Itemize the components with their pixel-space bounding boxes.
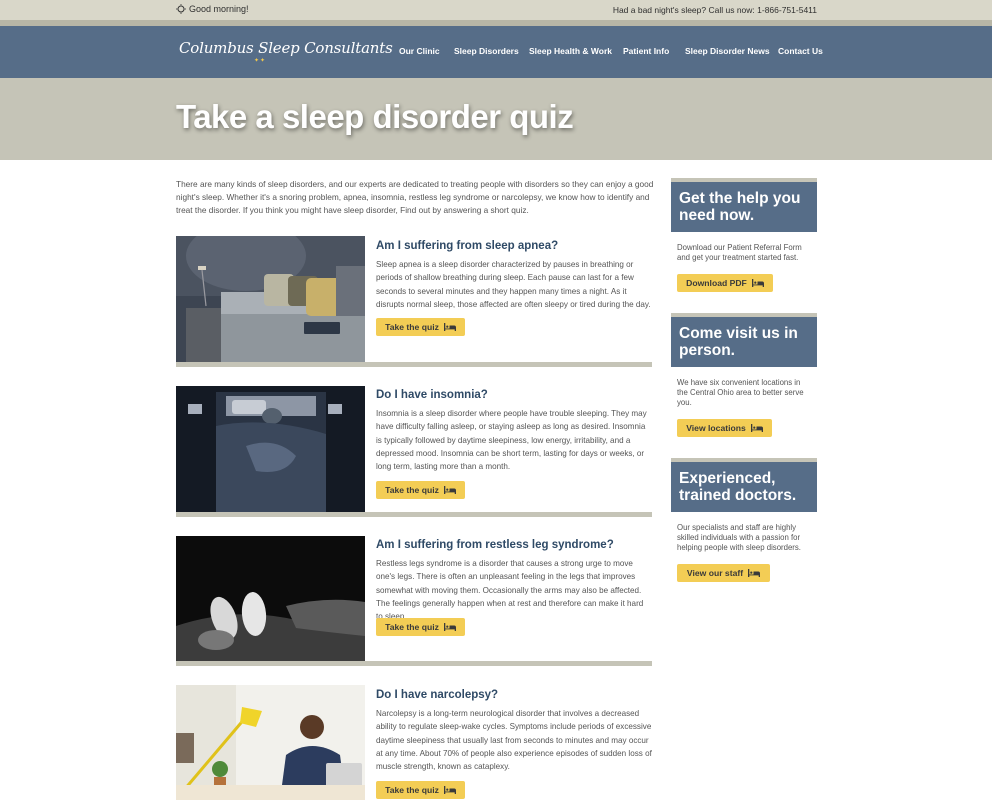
intro-paragraph: There are many kinds of sleep disorders,… <box>176 179 654 215</box>
take-quiz-restless-leg-button[interactable]: Take the quiz <box>376 618 465 636</box>
take-quiz-narcolepsy-label: Take the quiz <box>385 785 439 795</box>
take-quiz-apnea-button[interactable]: Take the quiz <box>376 318 465 336</box>
quiz-title-sleep-apnea[interactable]: Am I suffering from sleep apnea? <box>376 240 558 252</box>
nav-patient-info[interactable]: Patient Info <box>623 46 669 56</box>
nav-sleep-disorder-news[interactable]: Sleep Disorder News <box>685 46 770 56</box>
bed-icon <box>443 486 456 494</box>
quiz-text-restless-leg: Restless legs syndrome is a disorder tha… <box>376 559 644 622</box>
yawning-man-at-desk-image <box>176 685 365 800</box>
quiz-title-narcolepsy[interactable]: Do I have narcolepsy? <box>376 689 498 701</box>
sidebar-heading-visit: Come visit us in person. <box>671 317 817 367</box>
take-quiz-restless-leg-label: Take the quiz <box>385 622 439 632</box>
top-bar <box>0 0 992 20</box>
sidebar-text-help: Download our Patient Referral Form and g… <box>677 243 802 262</box>
download-pdf-label: Download PDF <box>686 278 747 288</box>
nav-sleep-health-work[interactable]: Sleep Health & Work <box>529 46 612 56</box>
take-quiz-insomnia-button[interactable]: Take the quiz <box>376 481 465 499</box>
bed-icon <box>443 786 456 794</box>
bed-icon <box>443 623 456 631</box>
quiz-text-sleep-apnea: Sleep apnea is a sleep disorder characte… <box>376 260 651 309</box>
take-quiz-insomnia-label: Take the quiz <box>385 485 439 495</box>
nav-contact-us[interactable]: Contact Us <box>778 46 823 56</box>
bed-icon <box>750 424 763 432</box>
feet-in-bed-image <box>176 536 365 662</box>
view-staff-button[interactable]: View our staff <box>677 564 770 582</box>
download-pdf-button[interactable]: Download PDF <box>677 274 773 292</box>
bed-icon <box>748 569 761 577</box>
sidebar-text-visit: We have six convenient locations in the … <box>677 378 804 407</box>
person-in-bed-image <box>176 386 365 512</box>
nav-sleep-disorders[interactable]: Sleep Disorders <box>454 46 519 56</box>
quiz-title-insomnia[interactable]: Do I have insomnia? <box>376 389 488 401</box>
sidebar-text-doctors: Our specialists and staff are highly ski… <box>677 523 801 552</box>
quiz-title-restless-leg[interactable]: Am I suffering from restless leg syndrom… <box>376 539 614 551</box>
card-divider-1 <box>176 362 652 367</box>
bedroom-lamp-image <box>176 236 365 362</box>
page-title: Take a sleep disorder quiz <box>176 98 574 135</box>
sidebar-heading-doctors: Experienced, trained doctors. <box>671 462 817 512</box>
bed-icon <box>751 279 764 287</box>
view-locations-label: View locations <box>686 423 746 433</box>
view-locations-button[interactable]: View locations <box>677 419 772 437</box>
greeting: Good morning! <box>176 4 249 14</box>
card-divider-2 <box>176 512 652 517</box>
nav-our-clinic[interactable]: Our Clinic <box>399 46 440 56</box>
quiz-text-narcolepsy: Narcolepsy is a long-term neurological d… <box>376 709 652 772</box>
call-us-text[interactable]: Had a bad night's sleep? Call us now: 1-… <box>613 5 817 15</box>
view-staff-label: View our staff <box>686 568 744 578</box>
quiz-text-insomnia: Insomnia is a sleep disorder where peopl… <box>376 409 647 472</box>
sidebar-heading-help: Get the help you need now. <box>671 182 817 232</box>
take-quiz-narcolepsy-button[interactable]: Take the quiz <box>376 781 465 799</box>
card-divider-3 <box>176 661 652 666</box>
greeting-text: Good morning! <box>189 4 249 14</box>
sun-icon <box>176 4 186 14</box>
site-logo[interactable]: Columbus Sleep Consultants <box>179 39 393 57</box>
bed-icon <box>443 323 456 331</box>
take-quiz-apnea-label: Take the quiz <box>385 322 439 332</box>
logo-stars-icon: ✦✦ <box>254 58 267 64</box>
